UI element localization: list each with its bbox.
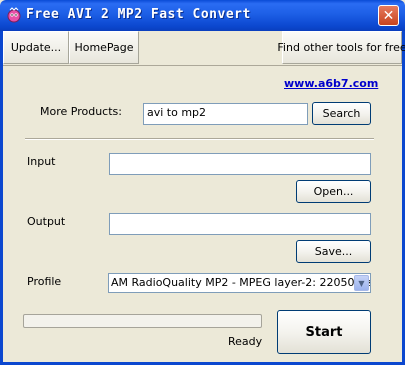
profile-dropdown[interactable]: AM RadioQuality MP2 - MPEG layer-2: 2205… xyxy=(108,273,371,293)
output-file-field[interactable] xyxy=(109,213,371,235)
more-products-field[interactable]: avi to mp2 xyxy=(143,103,308,125)
main-panel: Update... HomePage Find other tools for … xyxy=(3,31,405,362)
update-button[interactable]: Update... xyxy=(3,31,69,64)
find-other-tools-button[interactable]: Find other tools for free xyxy=(277,31,405,64)
progress-bar xyxy=(23,314,262,328)
open-button[interactable]: Open... xyxy=(296,180,371,203)
output-label: Output xyxy=(27,215,66,228)
website-link[interactable]: www.a6b7.com xyxy=(284,77,378,90)
status-text: Ready xyxy=(228,335,263,348)
profile-selected-value: AM RadioQuality MP2 - MPEG layer-2: 2205… xyxy=(111,276,370,289)
title-bar: Free AVI 2 MP2 Fast Convert ✕ xyxy=(0,0,405,31)
section-divider xyxy=(25,138,374,140)
profile-label: Profile xyxy=(27,275,62,288)
app-icon xyxy=(7,7,21,23)
window-title: Free AVI 2 MP2 Fast Convert xyxy=(26,7,251,22)
input-label: Input xyxy=(27,155,56,168)
close-icon: ✕ xyxy=(382,7,395,24)
chevron-down-icon[interactable]: ▼ xyxy=(354,275,369,291)
start-button[interactable]: Start xyxy=(277,310,371,354)
close-button[interactable]: ✕ xyxy=(378,5,399,26)
homepage-button[interactable]: HomePage xyxy=(69,31,139,64)
search-button[interactable]: Search xyxy=(312,102,371,125)
input-file-field[interactable] xyxy=(109,153,371,175)
save-button[interactable]: Save... xyxy=(296,240,371,263)
more-products-label: More Products: xyxy=(40,105,122,118)
